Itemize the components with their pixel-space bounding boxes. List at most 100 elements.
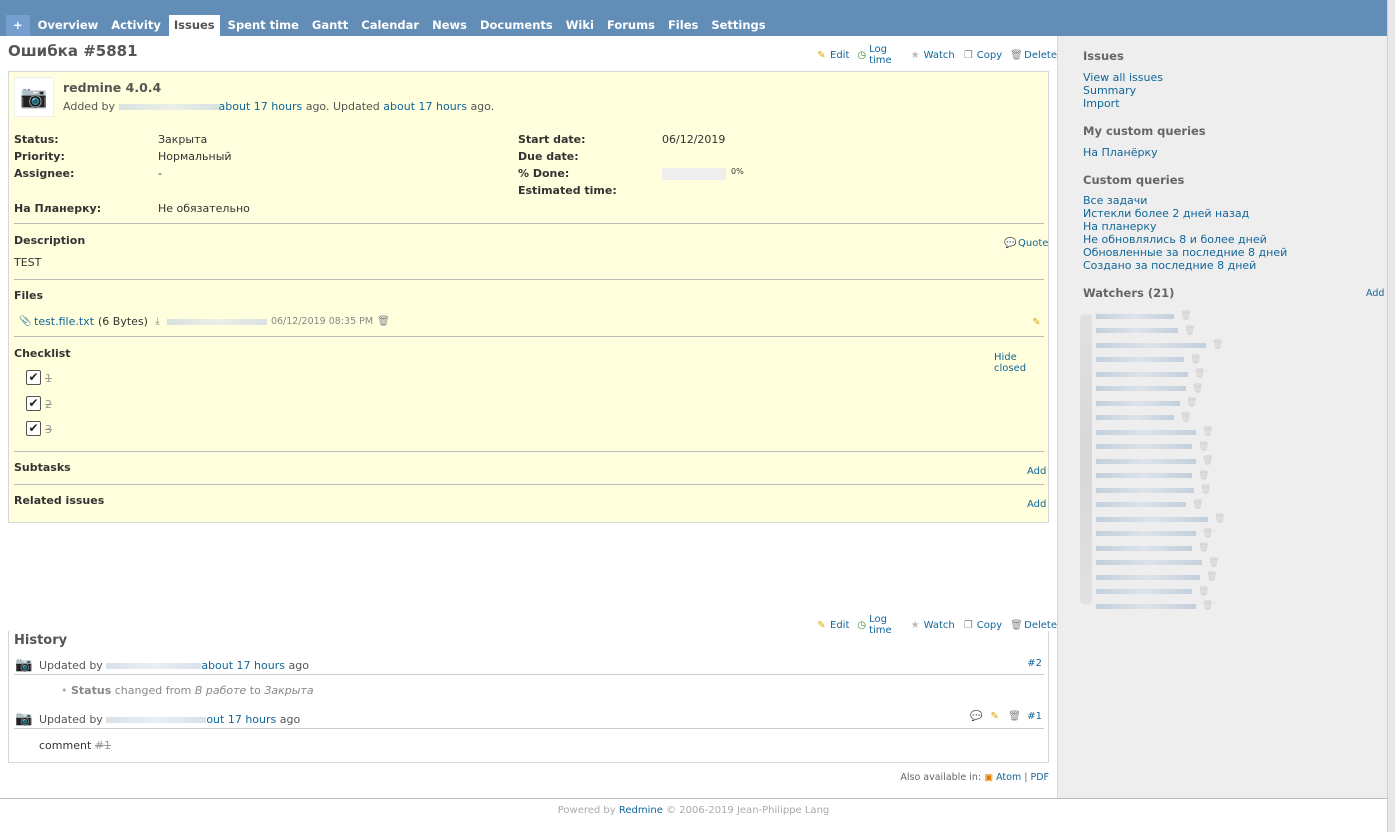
watcher-name-redacted[interactable] bbox=[1096, 429, 1196, 435]
custom-query-link[interactable]: На планерку bbox=[1083, 220, 1157, 233]
tab-wiki[interactable]: Wiki bbox=[561, 15, 599, 36]
add-watcher-link[interactable]: Add bbox=[1366, 288, 1384, 299]
edit-button[interactable]: ✎ Edit bbox=[816, 44, 849, 66]
remove-watcher-icon[interactable]: 🗑 bbox=[1198, 543, 1209, 553]
tab-spent-time[interactable]: Spent time bbox=[223, 15, 304, 36]
watcher-name-redacted[interactable] bbox=[1096, 400, 1180, 406]
download-icon[interactable]: ⤓ bbox=[152, 316, 163, 327]
watcher-name-redacted[interactable] bbox=[1096, 531, 1196, 536]
watcher-name-redacted[interactable] bbox=[1096, 371, 1188, 377]
atom-link[interactable]: Atom bbox=[996, 772, 1021, 783]
watcher-name-redacted[interactable] bbox=[1096, 473, 1192, 478]
checklist-checkbox[interactable]: ✔ bbox=[26, 421, 41, 436]
watcher-name-redacted[interactable] bbox=[1096, 342, 1206, 348]
summary-link[interactable]: Summary bbox=[1083, 84, 1136, 97]
delete-button[interactable]: 🗑 Delete bbox=[1010, 44, 1057, 66]
remove-watcher-icon[interactable]: 🗑 bbox=[1198, 442, 1209, 452]
tab-issues[interactable]: Issues bbox=[168, 15, 220, 36]
remove-watcher-icon[interactable]: 🗑 bbox=[1212, 340, 1223, 350]
watcher-name-redacted[interactable] bbox=[1096, 444, 1192, 449]
custom-query-link[interactable]: Создано за последние 8 дней bbox=[1083, 259, 1256, 272]
journal-number-link[interactable]: #1 bbox=[1027, 711, 1042, 722]
tab-calendar[interactable]: Calendar bbox=[356, 15, 424, 36]
remove-watcher-icon[interactable]: 🗑 bbox=[1202, 427, 1213, 437]
tab-files[interactable]: Files bbox=[663, 15, 703, 36]
edit-attachments-icon[interactable]: ✎ bbox=[1031, 317, 1042, 328]
remove-watcher-icon[interactable]: 🗑 bbox=[1180, 413, 1191, 423]
tab-forums[interactable]: Forums bbox=[602, 15, 660, 36]
pdf-link[interactable]: PDF bbox=[1030, 772, 1049, 783]
watcher-name-redacted[interactable] bbox=[1096, 458, 1196, 464]
remove-watcher-icon[interactable]: 🗑 bbox=[1214, 514, 1225, 524]
attachment-link[interactable]: test.file.txt bbox=[34, 315, 94, 328]
add-subtask-link[interactable]: Add bbox=[1027, 466, 1046, 477]
remove-watcher-icon[interactable]: 🗑 bbox=[1198, 587, 1209, 597]
watcher-name-redacted[interactable] bbox=[1096, 357, 1184, 362]
checklist-checkbox[interactable]: ✔ bbox=[26, 396, 41, 411]
tab-documents[interactable]: Documents bbox=[475, 15, 558, 36]
custom-query-link[interactable]: Не обновлялись 8 и более дней bbox=[1083, 233, 1267, 246]
remove-watcher-icon[interactable]: 🗑 bbox=[1202, 529, 1213, 539]
journal-number-link[interactable]: #2 bbox=[1027, 658, 1042, 669]
tab-activity[interactable]: Activity bbox=[106, 15, 166, 36]
remove-watcher-icon[interactable]: 🗑 bbox=[1186, 398, 1197, 408]
added-ago-link[interactable]: about 17 hours bbox=[219, 100, 303, 113]
issue-ref-link[interactable]: #1 bbox=[95, 739, 111, 752]
quote-button[interactable]: 💬 Quote bbox=[1004, 238, 1048, 249]
remove-watcher-icon[interactable]: 🗑 bbox=[1192, 384, 1203, 394]
edit-note-icon[interactable]: ✎ bbox=[989, 711, 1000, 722]
remove-watcher-icon[interactable]: 🗑 bbox=[1184, 326, 1195, 336]
tab-overview[interactable]: Overview bbox=[33, 15, 104, 36]
remove-watcher-icon[interactable]: 🗑 bbox=[1192, 500, 1203, 510]
watcher-name-redacted[interactable] bbox=[1096, 386, 1186, 391]
watcher-row: 🗑 bbox=[1096, 572, 1217, 582]
copy-button[interactable]: ❐ Copy bbox=[963, 44, 1002, 66]
watch-button[interactable]: ★ Watch bbox=[910, 44, 955, 66]
remove-watcher-icon[interactable]: 🗑 bbox=[1194, 369, 1205, 379]
watcher-name-redacted[interactable] bbox=[1096, 574, 1200, 580]
watcher-name-redacted[interactable] bbox=[1096, 415, 1174, 420]
watcher-name-redacted[interactable] bbox=[1096, 502, 1186, 507]
watcher-name-redacted[interactable] bbox=[1096, 603, 1196, 609]
new-object-button[interactable]: + bbox=[6, 15, 30, 36]
remove-watcher-icon[interactable]: 🗑 bbox=[1208, 558, 1219, 568]
watcher-name-redacted[interactable] bbox=[1096, 589, 1192, 594]
watcher-name-redacted[interactable] bbox=[1096, 313, 1174, 319]
remove-watcher-icon[interactable]: 🗑 bbox=[1202, 456, 1213, 466]
quote-icon[interactable]: 💬 bbox=[970, 711, 982, 722]
import-link[interactable]: Import bbox=[1083, 97, 1120, 110]
window-scrollbar[interactable] bbox=[1387, 0, 1395, 832]
tab-settings[interactable]: Settings bbox=[706, 15, 770, 36]
hide-closed-link[interactable]: Hide closed bbox=[994, 352, 1048, 374]
tab-news[interactable]: News bbox=[427, 15, 472, 36]
updated-ago-link[interactable]: about 17 hours bbox=[383, 100, 467, 113]
delete-note-icon[interactable]: 🗑 bbox=[1008, 711, 1021, 722]
sidebar-issues-heading: Issues bbox=[1083, 49, 1124, 63]
remove-watcher-icon[interactable]: 🗑 bbox=[1190, 355, 1201, 365]
watcher-name-redacted[interactable] bbox=[1096, 545, 1192, 551]
log-time-button[interactable]: ◷ Log time bbox=[857, 44, 901, 66]
watcher-name-redacted[interactable] bbox=[1096, 487, 1194, 493]
remove-watcher-icon[interactable]: 🗑 bbox=[1180, 311, 1191, 321]
checklist-checkbox[interactable]: ✔ bbox=[26, 370, 41, 385]
watcher-name-redacted[interactable] bbox=[1096, 328, 1178, 333]
journal-ago-link[interactable]: about 17 hours bbox=[201, 659, 285, 672]
clock-icon: ◷ bbox=[857, 619, 867, 631]
journal-ago-link[interactable]: out 17 hours bbox=[206, 713, 276, 726]
priority-label: Priority: bbox=[14, 150, 65, 163]
custom-query-link[interactable]: Все задачи bbox=[1083, 194, 1147, 207]
watcher-name-redacted[interactable] bbox=[1096, 516, 1208, 522]
add-related-issue-link[interactable]: Add bbox=[1027, 499, 1046, 510]
redmine-link[interactable]: Redmine bbox=[619, 805, 663, 816]
tab-gantt[interactable]: Gantt bbox=[307, 15, 353, 36]
remove-watcher-icon[interactable]: 🗑 bbox=[1202, 601, 1213, 611]
custom-query-link[interactable]: Истекли более 2 дней назад bbox=[1083, 207, 1249, 220]
custom-query-link[interactable]: Обновленные за последние 8 дней bbox=[1083, 246, 1287, 259]
my-query-link[interactable]: На Планёрку bbox=[1083, 146, 1158, 159]
watcher-name-redacted[interactable] bbox=[1096, 560, 1202, 565]
remove-watcher-icon[interactable]: 🗑 bbox=[1206, 572, 1217, 582]
remove-watcher-icon[interactable]: 🗑 bbox=[1198, 471, 1209, 481]
delete-attachment-icon[interactable]: 🗑 bbox=[377, 316, 390, 327]
remove-watcher-icon[interactable]: 🗑 bbox=[1200, 485, 1211, 495]
view-all-issues-link[interactable]: View all issues bbox=[1083, 71, 1163, 84]
